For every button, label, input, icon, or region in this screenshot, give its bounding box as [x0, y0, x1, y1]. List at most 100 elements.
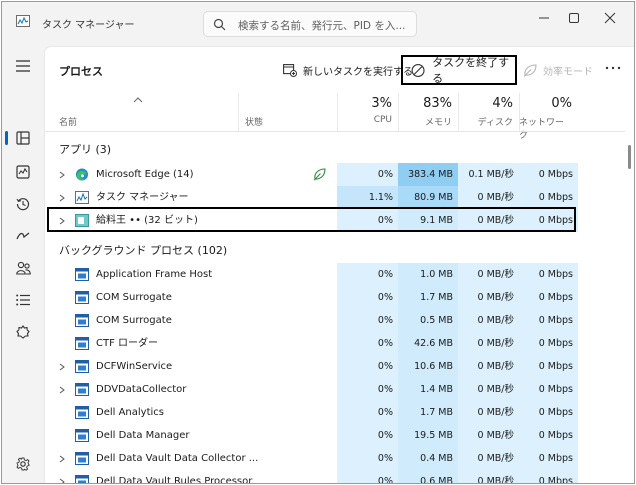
network-cell: 0 Mbps: [519, 378, 578, 401]
process-name: 給料王 •• (32 ビット): [96, 215, 198, 226]
network-cell: 0 Mbps: [519, 209, 578, 232]
end-task-label: タスクを終了する: [432, 56, 510, 85]
efficiency-mode-leaf-icon: [313, 168, 326, 181]
process-name: COM Surrogate: [96, 292, 172, 303]
memory-cell: 19.5 MB: [398, 424, 458, 447]
section-background-heading: バックグラウンド プロセス (102): [59, 244, 228, 257]
header-divider: [45, 131, 625, 132]
memory-cell: 80.9 MB: [398, 186, 458, 209]
process-row-task-manager[interactable]: タスク マネージャー 1.1% 80.9 MB 0 MB/秒 0 Mbps: [45, 186, 625, 209]
disk-label: ディスク: [477, 118, 513, 128]
nav-processes[interactable]: [11, 126, 35, 150]
network-cell: 0 Mbps: [519, 424, 578, 447]
efficiency-leaf-icon: [523, 63, 537, 77]
end-task-icon: [411, 63, 425, 77]
search-input[interactable]: 検索する名前、発行元、PID を入...: [238, 18, 405, 33]
column-header-status[interactable]: 状態: [238, 93, 337, 131]
cpu-cell: 1.1%: [337, 186, 398, 209]
cpu-label: CPU: [373, 115, 392, 125]
efficiency-mode-label: 効率モード: [543, 66, 593, 78]
search-box[interactable]: 検索する名前、発行元、PID を入...: [203, 11, 417, 37]
history-icon: [16, 198, 30, 211]
cpu-cell: 0%: [337, 286, 398, 309]
process-window-icon: [75, 406, 89, 419]
network-cell: 0 Mbps: [519, 286, 578, 309]
process-row[interactable]: COM Surrogate 0% 0.5 MB 0 MB/秒 0 Mbps: [45, 309, 625, 332]
chevron-right-icon[interactable]: [59, 171, 65, 179]
nav-details[interactable]: [11, 288, 35, 312]
sort-up-chevron-icon: [133, 97, 143, 103]
payroll-app-icon: [75, 214, 89, 227]
nav-performance[interactable]: [11, 160, 35, 184]
efficiency-mode-button[interactable]: 効率モード: [523, 57, 593, 83]
chevron-right-icon[interactable]: [59, 455, 65, 463]
process-window-icon: [75, 429, 89, 442]
process-row[interactable]: Dell Data Manager 0% 19.5 MB 0 MB/秒 0 Mbps: [45, 424, 625, 447]
column-header-memory[interactable]: 83% メモリ: [398, 93, 458, 131]
process-row[interactable]: CTF ローダー 0% 42.6 MB 0 MB/秒 0 Mbps: [45, 332, 625, 355]
process-row[interactable]: Dell Data Vault Rules Processor 0% 0.6 MB 0…: [45, 470, 625, 484]
column-header-network[interactable]: 0% ネットワーク: [519, 93, 578, 141]
task-manager-app-icon: [16, 15, 30, 27]
memory-cell: 1.7 MB: [398, 401, 458, 424]
nav-app-history[interactable]: [11, 192, 35, 216]
process-name: タスク マネージャー: [96, 192, 189, 203]
nav-services[interactable]: [11, 320, 35, 344]
process-row[interactable]: Dell Data Vault Data Collector ... 0% 0.4 …: [45, 447, 625, 470]
users-icon: [15, 261, 31, 275]
settings-icon: [16, 457, 30, 471]
memory-cell: 1.7 MB: [398, 286, 458, 309]
maximize-icon[interactable]: [564, 8, 584, 28]
process-window-icon: [75, 452, 89, 465]
memory-cell: 1.4 MB: [398, 378, 458, 401]
cpu-cell: 0%: [337, 355, 398, 378]
chevron-right-icon[interactable]: [59, 386, 65, 394]
process-name: DCFWinService: [96, 361, 173, 372]
chevron-right-icon[interactable]: [59, 478, 65, 484]
column-divider: [337, 93, 338, 131]
performance-icon: [16, 165, 30, 179]
memory-total-pct: 83%: [423, 96, 452, 111]
disk-total-pct: 4%: [492, 96, 513, 111]
run-new-task-button[interactable]: 新しいタスクを実行する: [283, 57, 413, 83]
scrollbar-thumb[interactable]: [628, 145, 631, 169]
process-row[interactable]: COM Surrogate 0% 1.7 MB 0 MB/秒 0 Mbps: [45, 286, 625, 309]
process-row-microsoft-edge[interactable]: Microsoft Edge (14) 0% 383.4 MB 0.1 MB/秒…: [45, 163, 625, 186]
network-cell: 0 Mbps: [519, 355, 578, 378]
nav-settings[interactable]: [11, 452, 35, 476]
chevron-right-icon[interactable]: [59, 363, 65, 371]
nav-startup[interactable]: [11, 224, 35, 248]
network-total-pct: 0%: [551, 96, 572, 111]
process-row[interactable]: Application Frame Host 0% 1.0 MB 0 MB/秒 0 Mb…: [45, 263, 625, 286]
process-row-payroll-app[interactable]: 給料王 •• (32 ビット) 0% 9.1 MB 0 MB/秒 0 Mbps: [45, 209, 625, 232]
process-row[interactable]: DDVDataCollector 0% 1.4 MB 0 MB/秒 0 Mbps: [45, 378, 625, 401]
memory-cell: 0.4 MB: [398, 447, 458, 470]
process-name: Dell Data Vault Data Collector ...: [96, 453, 259, 464]
process-window-icon: [75, 337, 89, 350]
end-task-button[interactable]: タスクを終了する: [401, 55, 517, 85]
nav-menu[interactable]: [11, 54, 35, 78]
nav-users[interactable]: [11, 256, 35, 280]
column-header-name[interactable]: 名前: [45, 93, 238, 131]
minimize-icon[interactable]: [534, 8, 554, 28]
memory-cell: 383.4 MB: [398, 163, 458, 186]
task-manager-icon: [75, 191, 89, 204]
cpu-cell: 0%: [337, 447, 398, 470]
cpu-cell: 0%: [337, 209, 398, 232]
title-bar: タスク マネージャー 検索する名前、発行元、PID を入...: [2, 2, 634, 38]
cpu-cell: 0%: [337, 163, 398, 186]
process-row[interactable]: Dell Analytics 0% 1.7 MB 0 MB/秒 0 Mbps: [45, 401, 625, 424]
close-icon[interactable]: [600, 8, 620, 28]
process-row[interactable]: DCFWinService 0% 10.6 MB 0 MB/秒 0 Mbps: [45, 355, 625, 378]
startup-icon: [16, 232, 30, 240]
window-title: タスク マネージャー: [42, 20, 135, 31]
process-window-icon: [75, 383, 89, 396]
more-options-icon[interactable]: [603, 63, 623, 73]
disk-cell: 0 MB/秒: [458, 401, 519, 424]
column-header-disk[interactable]: 4% ディスク: [458, 93, 519, 131]
chevron-right-icon[interactable]: [59, 217, 65, 225]
column-header-cpu[interactable]: 3% CPU: [337, 93, 398, 131]
chevron-right-icon[interactable]: [59, 194, 65, 202]
network-cell: 0 Mbps: [519, 309, 578, 332]
column-divider: [519, 93, 520, 131]
